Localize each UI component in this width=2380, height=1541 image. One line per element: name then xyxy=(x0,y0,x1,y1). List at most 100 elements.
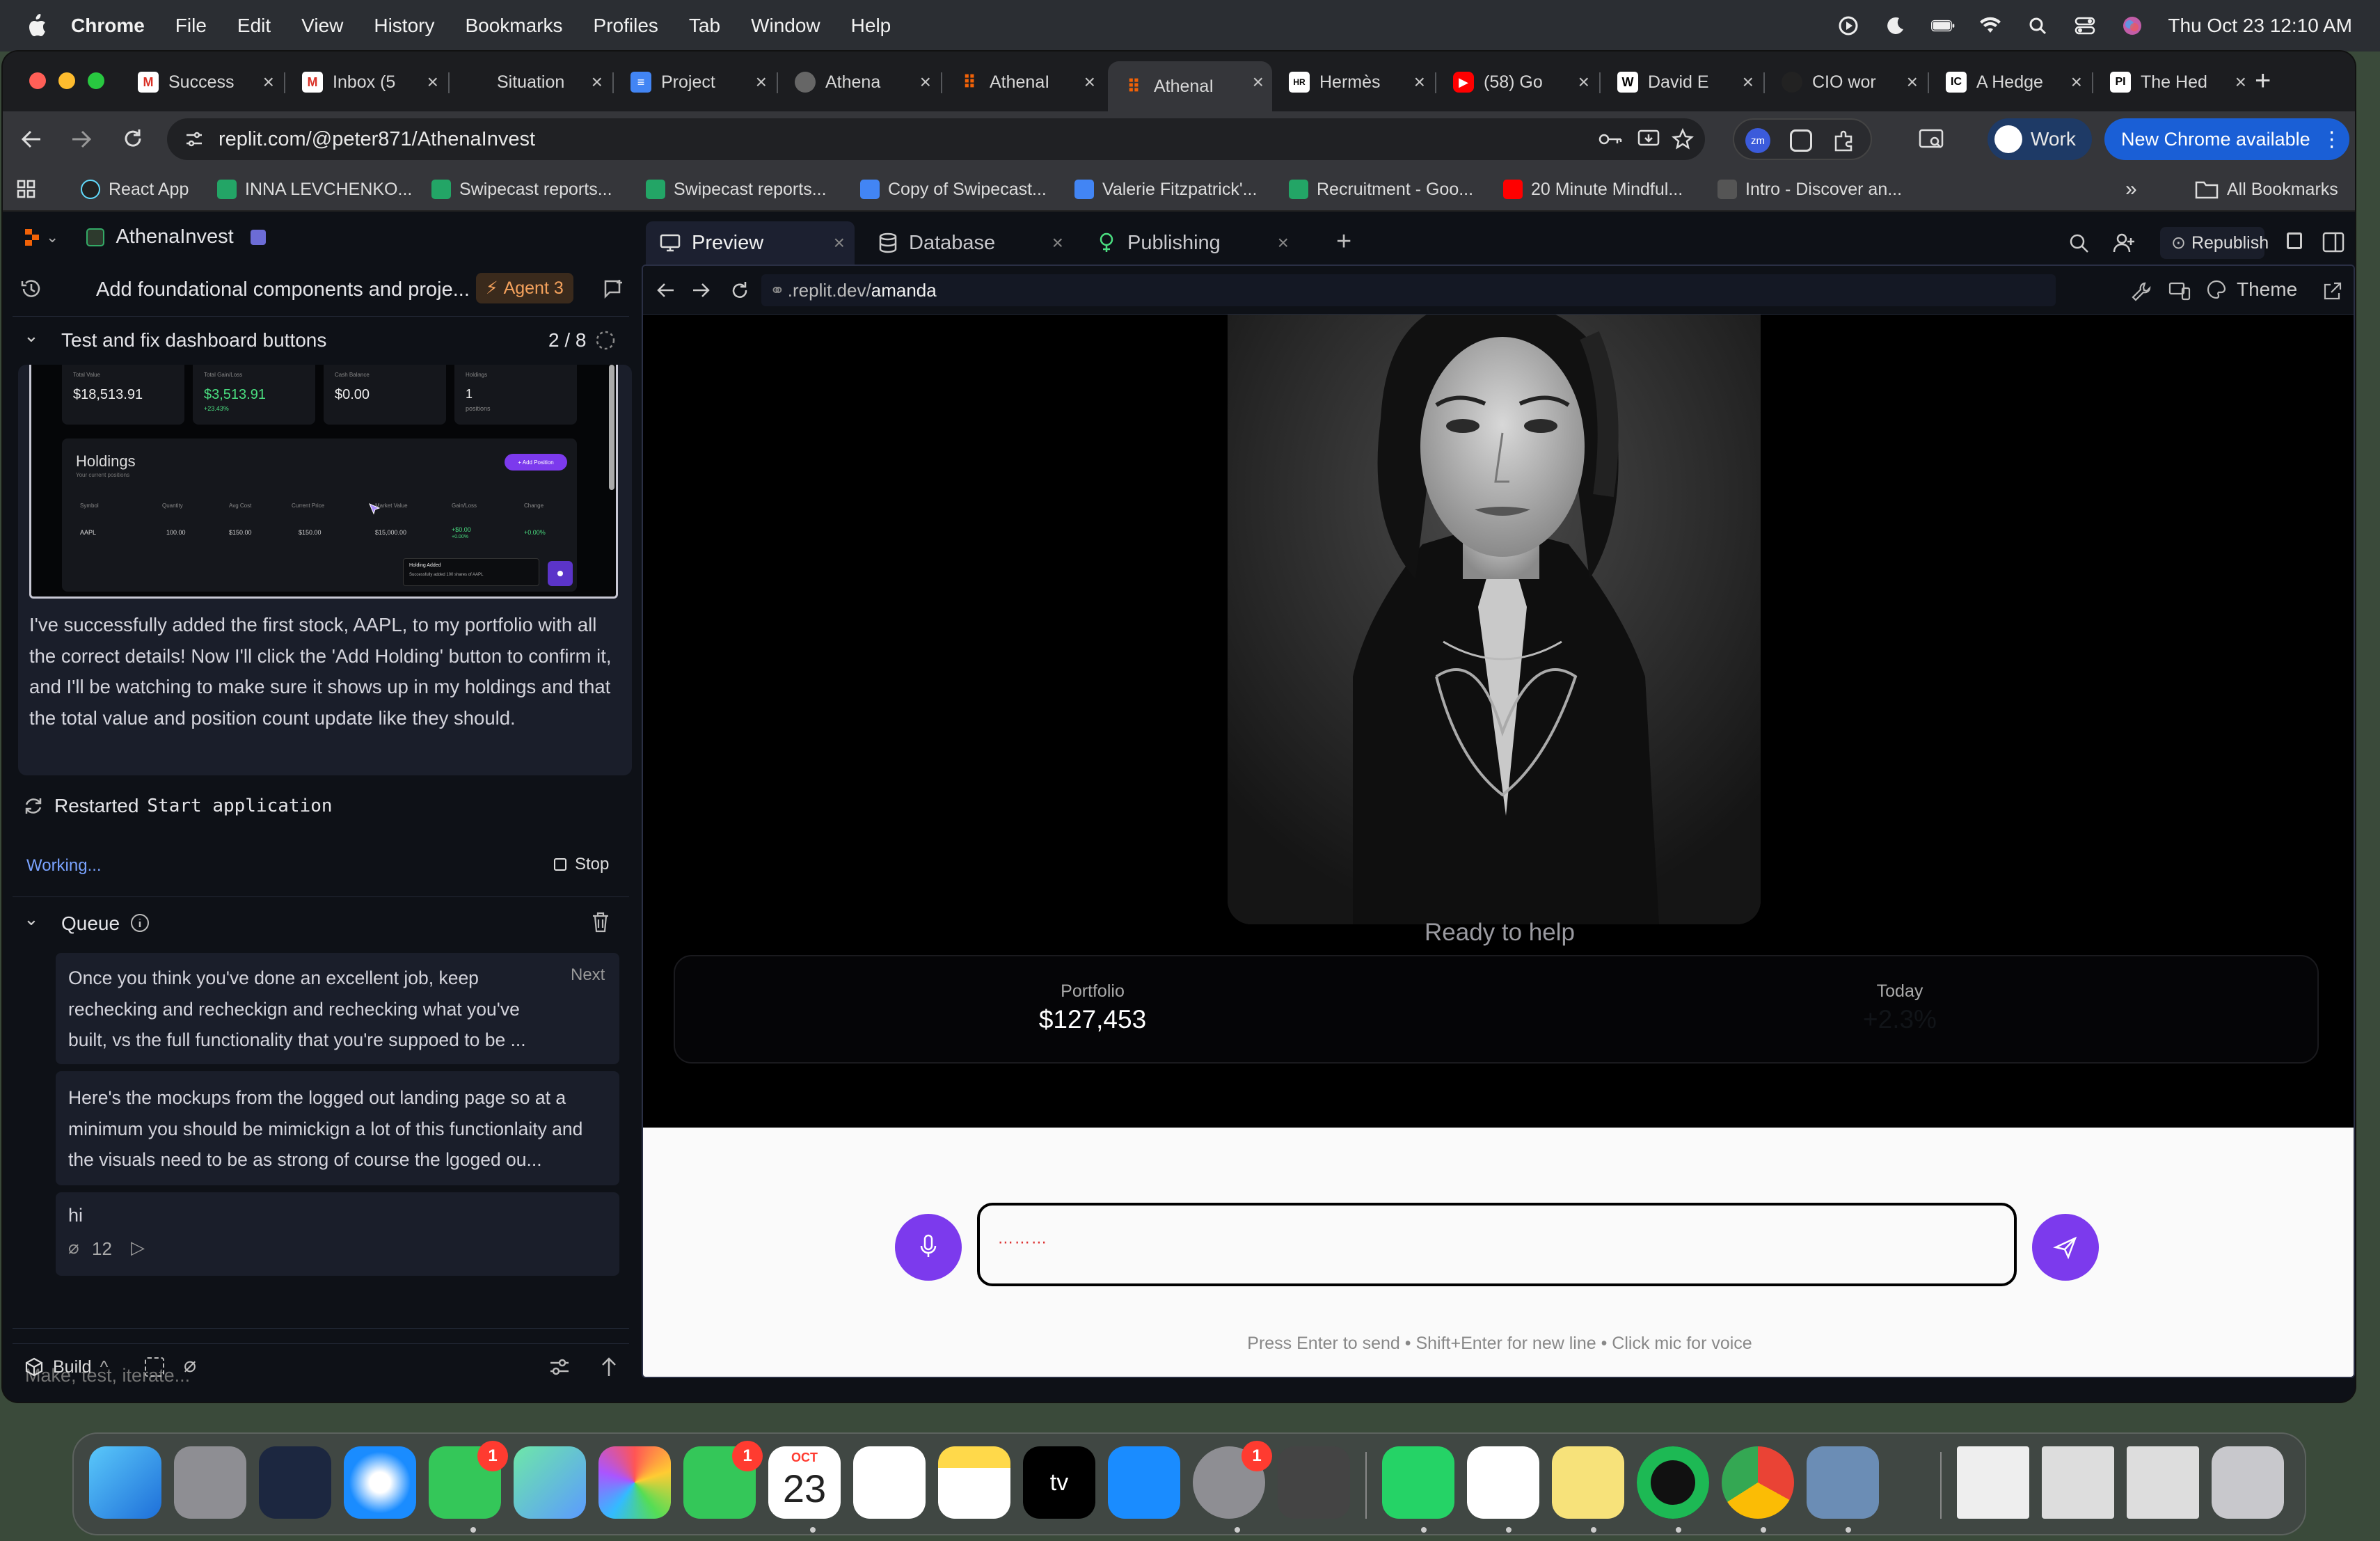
split-view-icon[interactable] xyxy=(2287,232,2302,249)
tab-search-icon[interactable] xyxy=(1918,128,1946,152)
url-text[interactable]: replit.com/@peter871/AthenaInvest xyxy=(219,128,535,151)
invite-user-icon[interactable] xyxy=(2113,232,2136,255)
close-icon[interactable]: × xyxy=(1253,71,1264,93)
install-app-icon[interactable] xyxy=(1637,128,1660,150)
add-tab-button[interactable]: + xyxy=(1336,227,1351,257)
bookmark-item[interactable]: Swipecast reports... xyxy=(646,177,827,202)
agent-badge[interactable]: ⚡ Agent 3 xyxy=(476,273,573,303)
key-icon[interactable] xyxy=(1598,129,1623,149)
window-zoom-button[interactable] xyxy=(88,72,104,89)
apple-tv-icon[interactable]: tv xyxy=(1023,1446,1095,1519)
profile-button[interactable]: Work xyxy=(1988,118,2092,160)
safari-icon[interactable] xyxy=(344,1446,416,1519)
history-icon[interactable] xyxy=(19,277,43,301)
spotify-icon[interactable] xyxy=(1637,1446,1709,1519)
build-mode-button[interactable]: Build ^ xyxy=(24,1350,108,1384)
close-icon[interactable]: × xyxy=(427,71,438,93)
close-icon[interactable]: × xyxy=(834,232,845,254)
apple-icon[interactable] xyxy=(26,14,47,38)
battery-icon[interactable] xyxy=(1931,15,1955,36)
play-circle-icon[interactable] xyxy=(1836,15,1860,36)
attach-icon[interactable]: ⌀ xyxy=(184,1353,196,1377)
close-icon[interactable]: × xyxy=(1084,71,1095,93)
chevron-down-icon[interactable]: ⌄ xyxy=(24,908,39,930)
bookmark-item[interactable]: 20 Minute Mindful... xyxy=(1503,177,1683,202)
republish-button[interactable]: ⊙ Republish xyxy=(2160,227,2269,259)
whatsapp-icon[interactable] xyxy=(1382,1446,1454,1519)
bookmark-item[interactable]: Recruitment - Goo... xyxy=(1289,177,1473,202)
back-icon[interactable] xyxy=(656,281,675,299)
trash-icon[interactable] xyxy=(2212,1446,2284,1519)
siri-icon[interactable] xyxy=(2120,15,2144,36)
menu-view[interactable]: View xyxy=(301,15,343,37)
devices-icon[interactable] xyxy=(2168,281,2191,302)
photos-icon[interactable] xyxy=(598,1446,671,1519)
browser-tab-active[interactable]: ⠿ AthenaI × xyxy=(1108,61,1272,111)
browser-tab[interactable]: W David E × xyxy=(1602,61,1762,103)
forward-icon[interactable] xyxy=(692,281,711,299)
close-icon[interactable]: × xyxy=(263,71,274,93)
bookmark-item[interactable]: Valerie Fitzpatrick'... xyxy=(1074,177,1257,202)
all-bookmarks-button[interactable]: All Bookmarks xyxy=(2195,177,2338,202)
tab-publishing[interactable]: Publishing × xyxy=(1083,221,1299,264)
browser-tab[interactable]: ▶ (58) Go × xyxy=(1438,61,1598,103)
browser-tab[interactable]: Athena × xyxy=(779,61,939,103)
close-icon[interactable]: × xyxy=(1278,232,1289,254)
slack-icon[interactable] xyxy=(1467,1446,1539,1519)
scrollbar[interactable] xyxy=(609,365,614,490)
bookmark-item[interactable]: Intro - Discover an... xyxy=(1717,177,1902,202)
menu-bookmarks[interactable]: Bookmarks xyxy=(465,15,562,37)
queue-item[interactable]: Once you think you've done an excellent … xyxy=(56,953,619,1064)
bookmark-item[interactable]: Swipecast reports... xyxy=(431,177,612,202)
menu-edit[interactable]: Edit xyxy=(237,15,271,37)
window-thumbnail-icon[interactable] xyxy=(2042,1446,2114,1519)
tab-database[interactable]: Database × xyxy=(864,221,1073,264)
queue-item[interactable]: Here's the mockups from the logged out l… xyxy=(56,1071,619,1185)
project-header[interactable]: ⌄ AthenaInvest xyxy=(24,226,266,248)
launchpad-icon[interactable] xyxy=(174,1446,246,1519)
app-store-icon[interactable] xyxy=(1108,1446,1180,1519)
close-icon[interactable]: × xyxy=(1052,232,1063,254)
info-icon[interactable] xyxy=(129,912,150,933)
address-bar[interactable]: replit.com/@peter871/AthenaInvest xyxy=(167,118,1705,160)
document-icon[interactable] xyxy=(1957,1446,2029,1519)
window-close-button[interactable] xyxy=(29,72,46,89)
settings-sliders-icon[interactable] xyxy=(548,1357,571,1377)
new-chat-icon[interactable] xyxy=(603,278,625,301)
apps-grid-icon[interactable] xyxy=(17,177,36,202)
thread-title[interactable]: Add foundational components and proje... xyxy=(96,278,470,301)
submit-arrow-icon[interactable] xyxy=(600,1356,618,1378)
iphone-mirroring-icon[interactable] xyxy=(1278,1446,1350,1519)
new-tab-button[interactable]: + xyxy=(2255,65,2271,97)
extension-icon[interactable] xyxy=(1790,129,1812,152)
bookmark-item[interactable]: INNA LEVCHENKO... xyxy=(217,177,412,202)
theme-button[interactable]: Theme xyxy=(2206,278,2297,301)
preview-app-icon[interactable] xyxy=(1807,1446,1879,1519)
chevron-down-icon[interactable]: ⌄ xyxy=(24,325,39,347)
menu-file[interactable]: File xyxy=(175,15,207,37)
select-element-icon[interactable] xyxy=(145,1357,164,1377)
close-icon[interactable]: × xyxy=(756,71,767,93)
moon-icon[interactable] xyxy=(1884,15,1907,36)
close-icon[interactable]: × xyxy=(1907,71,1918,93)
more-vert-icon[interactable]: ⋮ xyxy=(2322,127,2342,152)
webview-url-bar[interactable]: ⚭ .replit.dev/amanda xyxy=(761,274,2056,306)
zoom-extension-icon[interactable]: zm xyxy=(1745,128,1770,153)
task-header[interactable]: ⌄ Test and fix dashboard buttons 2 / 8 xyxy=(13,316,629,361)
sidebar-toggle-icon[interactable] xyxy=(2322,231,2345,253)
control-center-icon[interactable] xyxy=(2073,15,2097,36)
message-input[interactable]: ⋯⋯⋯ xyxy=(977,1203,2017,1286)
browser-tab[interactable]: ⠿ AthenaI × xyxy=(944,61,1104,103)
spotlight-search-icon[interactable] xyxy=(2026,15,2049,36)
stop-button[interactable]: Stop xyxy=(554,855,609,874)
trash-icon[interactable] xyxy=(590,911,611,933)
browser-tab[interactable]: ≡ Project × xyxy=(615,61,775,103)
menu-app-name[interactable]: Chrome xyxy=(71,15,145,37)
chrome-icon[interactable] xyxy=(1722,1446,1794,1519)
send-to-agent-icon[interactable]: ▷ xyxy=(131,1237,145,1258)
bookmark-item[interactable]: React App xyxy=(81,177,189,202)
browser-tab[interactable]: IC A Hedge × xyxy=(1930,61,2091,103)
bookmark-star-icon[interactable] xyxy=(1672,128,1694,150)
browser-tab[interactable]: Situation × xyxy=(451,61,611,103)
close-icon[interactable]: × xyxy=(2235,71,2246,93)
